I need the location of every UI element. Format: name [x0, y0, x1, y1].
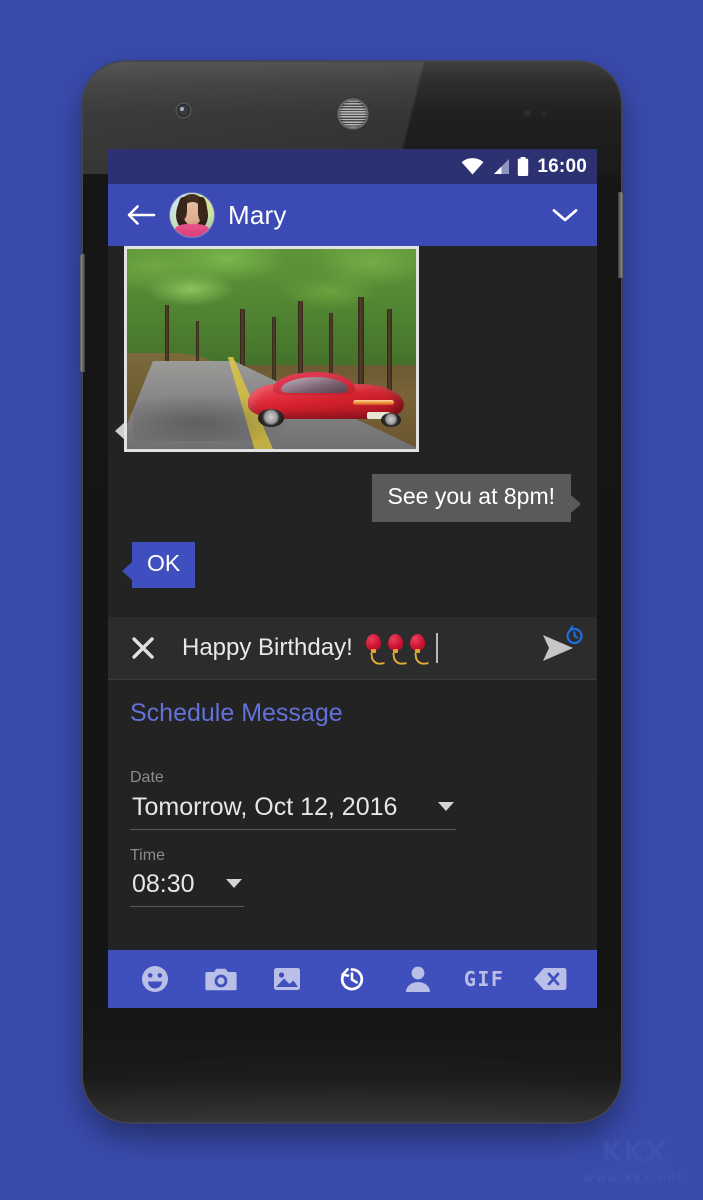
gif-button[interactable]: GIF: [462, 957, 506, 1001]
status-bar: 16:00: [108, 149, 597, 184]
photo-frame: [124, 246, 419, 452]
volume-button[interactable]: [79, 254, 85, 372]
balloon-emoji: [409, 634, 429, 666]
attached-photo: [127, 249, 416, 449]
time-picker[interactable]: 08:30: [130, 869, 244, 908]
phone-bottom-gloss: [83, 992, 621, 1122]
message-row-photo: [108, 246, 597, 452]
battery-icon: [518, 157, 529, 176]
avatar[interactable]: [170, 193, 214, 237]
chevron-down-icon[interactable]: [551, 205, 583, 225]
date-field-label: Date: [130, 769, 164, 786]
cellular-signal-icon: [494, 159, 510, 174]
gallery-button[interactable]: [265, 957, 309, 1001]
person-icon: [406, 966, 431, 992]
time-value: 08:30: [132, 870, 195, 899]
balloon-emoji: [365, 634, 385, 666]
wifi-icon: [461, 158, 484, 175]
status-bar-time: 16:00: [537, 156, 587, 177]
text-cursor: [435, 633, 438, 663]
backspace-button[interactable]: [528, 957, 572, 1001]
contact-button[interactable]: [396, 957, 440, 1001]
back-arrow-icon[interactable]: [126, 203, 156, 227]
image-icon: [273, 968, 300, 990]
schedule-panel-title: Schedule Message: [130, 699, 343, 727]
message-input-emojis: [365, 634, 429, 666]
phone-device: 16:00 Mary See you at 8pm! OK Happy Birt…: [79, 62, 624, 1122]
send-button[interactable]: [531, 625, 585, 671]
caret-down-icon: [226, 879, 242, 889]
text-message-bubble-incoming[interactable]: OK: [122, 541, 196, 588]
message-row-incoming: OK: [108, 522, 597, 588]
close-icon[interactable]: [130, 635, 156, 661]
bubble-tail: [122, 561, 132, 580]
clock-history-icon: [341, 968, 364, 991]
image-message-bubble[interactable]: [115, 246, 419, 452]
emoji-button[interactable]: [133, 957, 177, 1001]
gif-label: GIF: [463, 967, 505, 991]
smiley-icon: [141, 966, 168, 992]
proximity-sensor-icon: [523, 110, 531, 116]
camera-icon: [205, 968, 237, 991]
message-input[interactable]: Happy Birthday!: [170, 633, 517, 666]
date-picker[interactable]: Tomorrow, Oct 12, 2016: [130, 792, 456, 830]
message-list: See you at 8pm! OK: [108, 246, 597, 617]
camera-button[interactable]: [199, 957, 243, 1001]
message-text: OK: [132, 541, 196, 588]
time-field: Time 08:30: [108, 846, 597, 908]
bubble-tail: [571, 494, 581, 513]
page-title: Mary: [228, 200, 287, 230]
earpiece-speaker-icon: [339, 100, 367, 128]
message-row-outgoing: See you at 8pm!: [108, 452, 597, 522]
caret-down-icon: [438, 801, 454, 811]
schedule-panel: Schedule Message Date Tomorrow, Oct 12, …: [108, 680, 597, 950]
light-sensor-icon: [541, 111, 547, 116]
date-field: Date Tomorrow, Oct 12, 2016: [108, 768, 597, 830]
message-input-text: Happy Birthday!: [182, 634, 353, 661]
app-bar: Mary: [108, 184, 597, 246]
schedule-button[interactable]: [330, 957, 374, 1001]
compose-row: Happy Birthday!: [108, 617, 597, 680]
schedule-clock-icon: [564, 625, 584, 650]
date-value: Tomorrow, Oct 12, 2016: [132, 792, 398, 821]
time-field-label: Time: [130, 846, 165, 864]
backspace-icon: [533, 968, 567, 990]
message-text: See you at 8pm!: [371, 474, 571, 522]
power-button[interactable]: [618, 192, 624, 278]
front-camera-icon: [177, 104, 190, 117]
text-message-bubble-outgoing[interactable]: See you at 8pm!: [371, 474, 581, 522]
bottom-toolbar: GIF: [108, 950, 597, 1008]
balloon-emoji: [387, 634, 407, 666]
phone-screen: 16:00 Mary See you at 8pm! OK Happy Birt…: [108, 149, 597, 1008]
